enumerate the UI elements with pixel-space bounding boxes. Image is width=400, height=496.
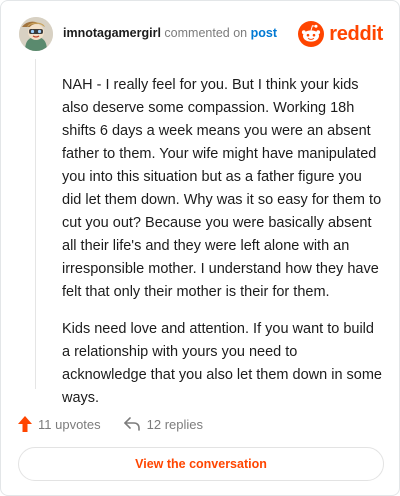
comment-header: imnotagamergirl commented on post reddit xyxy=(19,17,383,53)
view-conversation-button[interactable]: View the conversation xyxy=(18,447,384,481)
comment-meta: imnotagamergirl commented on post xyxy=(63,26,277,40)
reddit-snoo-icon xyxy=(298,21,325,47)
replies-count: 12 replies xyxy=(146,416,204,432)
upvote-arrow-icon xyxy=(18,416,32,432)
replies-button[interactable]: 12 replies xyxy=(123,416,203,432)
post-link[interactable]: post xyxy=(251,26,277,40)
commented-on-text: commented on xyxy=(164,26,248,40)
reply-arrow-icon xyxy=(123,417,140,431)
avatar-image xyxy=(19,17,53,51)
thread-line xyxy=(35,59,36,389)
comment-paragraph: Kids need love and attention. If you wan… xyxy=(62,321,382,406)
reddit-wordmark: reddit xyxy=(329,22,383,45)
username-link[interactable]: imnotagamergirl xyxy=(63,26,161,40)
reddit-logo[interactable]: reddit xyxy=(298,19,383,49)
comment-body: NAH - I really feel for you. But I think… xyxy=(62,74,382,424)
user-avatar[interactable] xyxy=(19,17,53,51)
embedded-comment-card: imnotagamergirl commented on post reddit… xyxy=(0,0,400,496)
comment-actions: 11 upvotes 12 replies xyxy=(17,413,203,435)
upvote-count: 11 upvotes xyxy=(38,416,101,432)
comment-paragraph: NAH - I really feel for you. But I think… xyxy=(62,77,382,300)
upvote-button[interactable]: 11 upvotes xyxy=(17,415,101,433)
